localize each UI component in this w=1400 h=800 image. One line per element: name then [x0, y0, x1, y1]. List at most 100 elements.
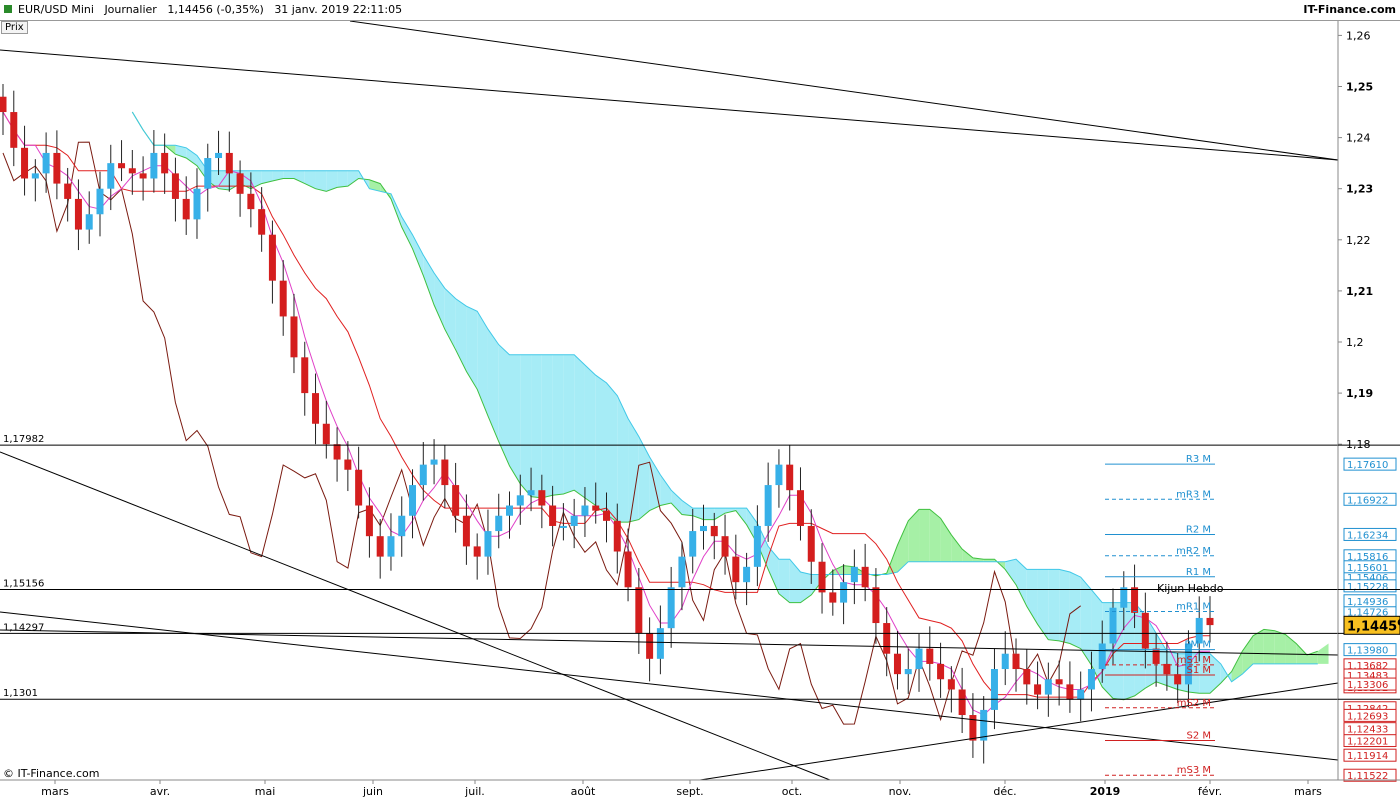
axis-price-label: 1,12693: [1347, 711, 1388, 722]
candle-body: [947, 679, 955, 690]
prix-label[interactable]: Prix: [1, 21, 28, 34]
y-tick-label: 1,2: [1346, 336, 1364, 349]
quote: 1,14456 (-0,35%): [167, 3, 264, 16]
candle-body: [624, 551, 632, 588]
candle-body: [225, 152, 233, 174]
candle-body: [926, 648, 934, 664]
y-tick-label: 1,21: [1346, 285, 1373, 298]
candle-body: [1044, 679, 1052, 695]
candle-body: [516, 495, 524, 506]
x-tick-label: déc.: [993, 785, 1016, 798]
candle-body: [128, 168, 136, 174]
candle-body: [570, 515, 578, 526]
x-tick-label: juin: [362, 785, 383, 798]
pivot-label: mS2 M: [1177, 698, 1211, 709]
candle-body: [1001, 653, 1009, 670]
candle-body: [1109, 607, 1117, 644]
candle-body: [538, 490, 546, 506]
cloud-segment: [563, 354, 575, 495]
candle-body: [150, 152, 158, 179]
axis-price-label: 1,11522: [1347, 771, 1388, 782]
last-price-label: 1,14456: [1347, 618, 1400, 634]
x-tick-label: mars: [41, 785, 69, 798]
pivot-label: S2 M: [1186, 731, 1211, 742]
candle-body: [419, 464, 427, 486]
cloud-segment: [703, 508, 715, 520]
level-label: 1,17982: [3, 434, 44, 445]
candle-body: [441, 459, 449, 486]
pivot-label: S1 M: [1186, 665, 1211, 676]
pivot-label: R3 M: [1186, 454, 1211, 465]
cloud-segment: [1048, 569, 1060, 641]
axis-price-label: 1,15228: [1347, 582, 1388, 593]
candle-body: [268, 234, 276, 281]
x-tick-label: mars: [1294, 785, 1322, 798]
candle-body: [786, 464, 794, 491]
cloud-segment: [1263, 629, 1275, 664]
axis-price-label: 1,16922: [1347, 495, 1388, 506]
candle-body: [247, 193, 255, 210]
kijun-hebdo-annotation: Kijun Hebdo: [1157, 582, 1224, 595]
axis-price-label: 1,14936: [1347, 597, 1388, 608]
candle-body: [872, 587, 880, 624]
chart-header: EUR/USD Mini Journalier 1,14456 (-0,35%)…: [0, 0, 1400, 21]
candle-body: [312, 393, 320, 424]
candle-body: [904, 669, 912, 675]
candle-body: [462, 515, 470, 547]
candle-body: [107, 163, 115, 189]
pivot-label: mR3 M: [1176, 489, 1211, 500]
candle-body: [182, 198, 190, 220]
header-info: EUR/USD Mini Journalier 1,14456 (-0,35%)…: [4, 3, 402, 16]
cloud-segment: [315, 170, 327, 192]
candle-body: [990, 669, 998, 710]
instrument-marker-icon: [4, 5, 12, 13]
cloud-segment: [919, 509, 930, 562]
candle-body: [495, 515, 503, 532]
candle-body: [840, 582, 848, 603]
candle-body: [549, 505, 557, 526]
candle-body: [31, 173, 39, 179]
candle-body: [1055, 679, 1063, 685]
cloud-segment: [584, 364, 596, 506]
level-label: 1,14297: [3, 622, 44, 633]
candle-body: [53, 152, 61, 184]
candle-body: [1206, 617, 1214, 626]
axis-price-label: 1,13980: [1347, 646, 1388, 657]
candle-body: [689, 531, 697, 557]
candle-body: [139, 173, 147, 179]
y-tick-label: 1,25: [1346, 81, 1373, 94]
candle-body: [1066, 684, 1074, 700]
cloud-segment: [552, 354, 564, 496]
candle-body: [1131, 587, 1139, 613]
candle-body: [775, 464, 783, 486]
candle-body: [613, 520, 621, 552]
candle-body: [301, 357, 309, 394]
candle-body: [1152, 648, 1160, 664]
pivot-label: mS3 M: [1177, 765, 1211, 776]
candle-body: [753, 525, 761, 567]
candle-body: [96, 188, 104, 215]
instrument-name: EUR/USD Mini: [18, 3, 94, 16]
candle-body: [818, 561, 826, 593]
x-tick-label: juil.: [464, 785, 485, 798]
pivot-label: mR1 M: [1176, 602, 1211, 613]
candle-body: [1012, 653, 1020, 670]
x-tick-label: août: [571, 785, 596, 798]
candle-body: [333, 444, 341, 460]
y-tick-label: 1,22: [1346, 234, 1371, 247]
candle-body: [721, 536, 729, 557]
candle-body: [258, 209, 266, 235]
candle-body: [1087, 669, 1095, 690]
candle-body: [732, 556, 740, 583]
cloud-segment: [1274, 630, 1286, 664]
candle-body: [355, 469, 363, 506]
x-tick-label: sept.: [676, 785, 703, 798]
candle-body: [118, 163, 126, 169]
candle-body: [409, 485, 417, 516]
price-chart[interactable]: 1,17982 1,15156 1,14297 1,1301 R3 M mR3 M R2 M…: [0, 0, 1400, 800]
candle-body: [193, 188, 201, 220]
candle-body: [290, 316, 298, 358]
candle-body: [678, 556, 686, 588]
candle-body: [710, 525, 718, 537]
candle-body: [559, 525, 567, 528]
